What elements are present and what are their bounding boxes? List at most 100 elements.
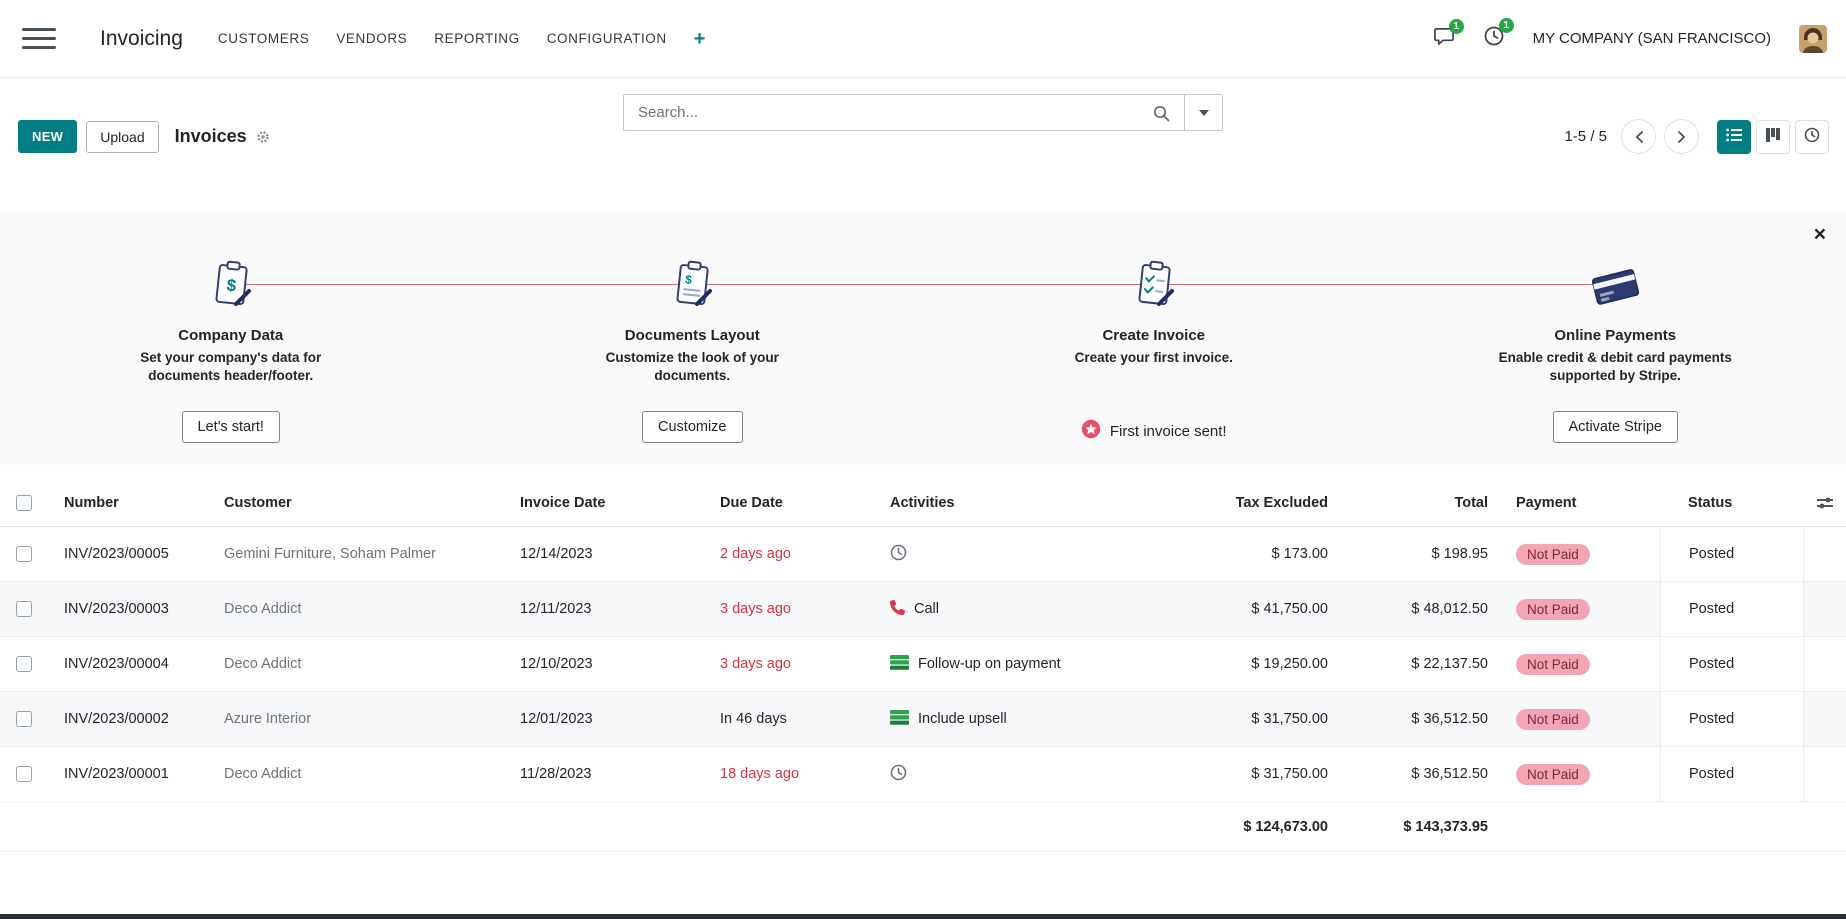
- tax-excluded-sum: $ 124,673.00: [1220, 819, 1340, 835]
- due-date: 18 days ago: [704, 766, 874, 782]
- user-avatar[interactable]: [1799, 25, 1827, 53]
- new-button[interactable]: NEW: [18, 120, 77, 153]
- top-navbar: Invoicing CUSTOMERS VENDORS REPORTING CO…: [0, 0, 1846, 78]
- activity-cell[interactable]: [874, 764, 1220, 785]
- invoice-customer: Deco Addict: [208, 601, 504, 617]
- clock-icon[interactable]: [890, 544, 907, 565]
- tax-excluded: $ 19,250.00: [1220, 656, 1340, 672]
- row-checkbox[interactable]: [0, 546, 48, 562]
- step-title: Create Invoice: [1102, 327, 1205, 344]
- header-total[interactable]: Total: [1340, 495, 1500, 511]
- menu-customers[interactable]: CUSTOMERS: [218, 31, 309, 46]
- header-payment[interactable]: Payment: [1500, 495, 1660, 511]
- header-tax-excluded[interactable]: Tax Excluded: [1220, 495, 1340, 511]
- activities-button[interactable]: 1: [1483, 25, 1505, 52]
- plus-icon[interactable]: +: [694, 29, 706, 49]
- money-icon[interactable]: [890, 655, 909, 674]
- main-menu: CUSTOMERS VENDORS REPORTING CONFIGURATIO…: [218, 29, 706, 49]
- search-input[interactable]: [624, 95, 1184, 130]
- select-all-checkbox[interactable]: [0, 495, 48, 511]
- pager-counter: 1-5 / 5: [1564, 128, 1607, 145]
- view-switcher: [1717, 120, 1829, 154]
- navbar-systray: 1 1 MY COMPANY (SAN FRANCISCO): [1433, 25, 1827, 53]
- total: $ 48,012.50: [1340, 601, 1500, 617]
- menu-reporting[interactable]: REPORTING: [434, 31, 519, 46]
- menu-configuration[interactable]: CONFIGURATION: [547, 31, 667, 46]
- control-panel: NEW Upload Invoices 1-5 / 5: [0, 78, 1846, 212]
- table-row[interactable]: INV/2023/00003 Deco Addict 12/11/2023 3 …: [0, 582, 1846, 637]
- clipboard-checklist-icon: [1126, 257, 1182, 313]
- customize-button[interactable]: Customize: [642, 411, 743, 443]
- activate-stripe-button[interactable]: Activate Stripe: [1553, 411, 1679, 443]
- list-view-button[interactable]: [1717, 120, 1751, 154]
- company-switcher[interactable]: MY COMPANY (SAN FRANCISCO): [1533, 30, 1771, 47]
- table-row[interactable]: INV/2023/00002 Azure Interior 12/01/2023…: [0, 692, 1846, 747]
- header-due-date[interactable]: Due Date: [704, 495, 874, 511]
- due-date: 2 days ago: [704, 546, 874, 562]
- activity-label: Include upsell: [918, 711, 1007, 727]
- money-icon[interactable]: [890, 710, 909, 729]
- credit-card-icon: [1587, 257, 1643, 313]
- kanban-view-button[interactable]: [1756, 120, 1790, 154]
- invoice-date: 11/28/2023: [504, 766, 704, 782]
- activity-label: Follow-up on payment: [918, 656, 1061, 672]
- pager-next-button[interactable]: [1664, 119, 1699, 154]
- optional-columns-icon[interactable]: [1804, 496, 1846, 510]
- activities-badge: 1: [1499, 18, 1514, 33]
- onboarding-step-documents-layout: $ Documents Layout Customize the look of…: [462, 257, 924, 443]
- search-bar: [623, 94, 1223, 131]
- activity-label: Call: [914, 601, 939, 617]
- step-description: Customize the look of your documents.: [590, 349, 795, 385]
- invoice-customer: Azure Interior: [208, 711, 504, 727]
- pager-previous-button[interactable]: [1621, 119, 1656, 154]
- due-date: 3 days ago: [704, 601, 874, 617]
- payment-cell: Not Paid: [1500, 709, 1660, 730]
- status-cell: Posted: [1660, 527, 1804, 581]
- header-number[interactable]: Number: [48, 495, 208, 511]
- tax-excluded: $ 173.00: [1220, 546, 1340, 562]
- activity-cell[interactable]: Follow-up on payment: [874, 655, 1220, 674]
- invoice-date: 12/10/2023: [504, 656, 704, 672]
- table-row[interactable]: INV/2023/00001 Deco Addict 11/28/2023 18…: [0, 747, 1846, 802]
- upload-button[interactable]: Upload: [86, 121, 158, 153]
- activity-view-button[interactable]: [1795, 120, 1829, 154]
- step-description: Create your first invoice.: [1075, 349, 1233, 367]
- search-icon[interactable]: [1153, 105, 1170, 127]
- invoice-date: 12/11/2023: [504, 601, 704, 617]
- payment-badge: Not Paid: [1516, 654, 1590, 675]
- onboarding-banner: × $ Company Data Set your company's data…: [0, 212, 1846, 465]
- header-customer[interactable]: Customer: [208, 495, 504, 511]
- invoice-customer: Deco Addict: [208, 656, 504, 672]
- step-title: Company Data: [178, 327, 283, 344]
- messages-button[interactable]: 1: [1433, 26, 1455, 52]
- table-row[interactable]: INV/2023/00005 Gemini Furniture, Soham P…: [0, 527, 1846, 582]
- messages-badge: 1: [1449, 19, 1464, 34]
- payment-cell: Not Paid: [1500, 764, 1660, 785]
- lets-start-button[interactable]: Let's start!: [182, 411, 280, 443]
- activity-cell[interactable]: Call: [874, 600, 1220, 619]
- clipboard-dollar-icon: $: [203, 257, 259, 313]
- row-checkbox[interactable]: [0, 601, 48, 617]
- activity-cell[interactable]: [874, 544, 1220, 565]
- header-activities[interactable]: Activities: [874, 495, 1220, 511]
- total: $ 36,512.50: [1340, 766, 1500, 782]
- header-invoice-date[interactable]: Invoice Date: [504, 495, 704, 511]
- row-checkbox[interactable]: [0, 711, 48, 727]
- invoice-date: 12/14/2023: [504, 546, 704, 562]
- hamburger-menu-icon[interactable]: [22, 28, 56, 49]
- row-checkbox[interactable]: [0, 656, 48, 672]
- invoice-number: INV/2023/00003: [48, 601, 208, 617]
- row-checkbox[interactable]: [0, 766, 48, 782]
- payment-cell: Not Paid: [1500, 544, 1660, 565]
- clock-icon[interactable]: [890, 764, 907, 785]
- table-row[interactable]: INV/2023/00004 Deco Addict 12/10/2023 3 …: [0, 637, 1846, 692]
- activity-cell[interactable]: Include upsell: [874, 710, 1220, 729]
- payment-badge: Not Paid: [1516, 544, 1590, 565]
- payment-badge: Not Paid: [1516, 764, 1590, 785]
- phone-icon[interactable]: [890, 600, 905, 619]
- search-dropdown-toggle[interactable]: [1184, 95, 1222, 130]
- header-status[interactable]: Status: [1660, 479, 1804, 526]
- menu-vendors[interactable]: VENDORS: [336, 31, 407, 46]
- gear-icon[interactable]: [256, 130, 270, 144]
- app-title[interactable]: Invoicing: [100, 27, 183, 51]
